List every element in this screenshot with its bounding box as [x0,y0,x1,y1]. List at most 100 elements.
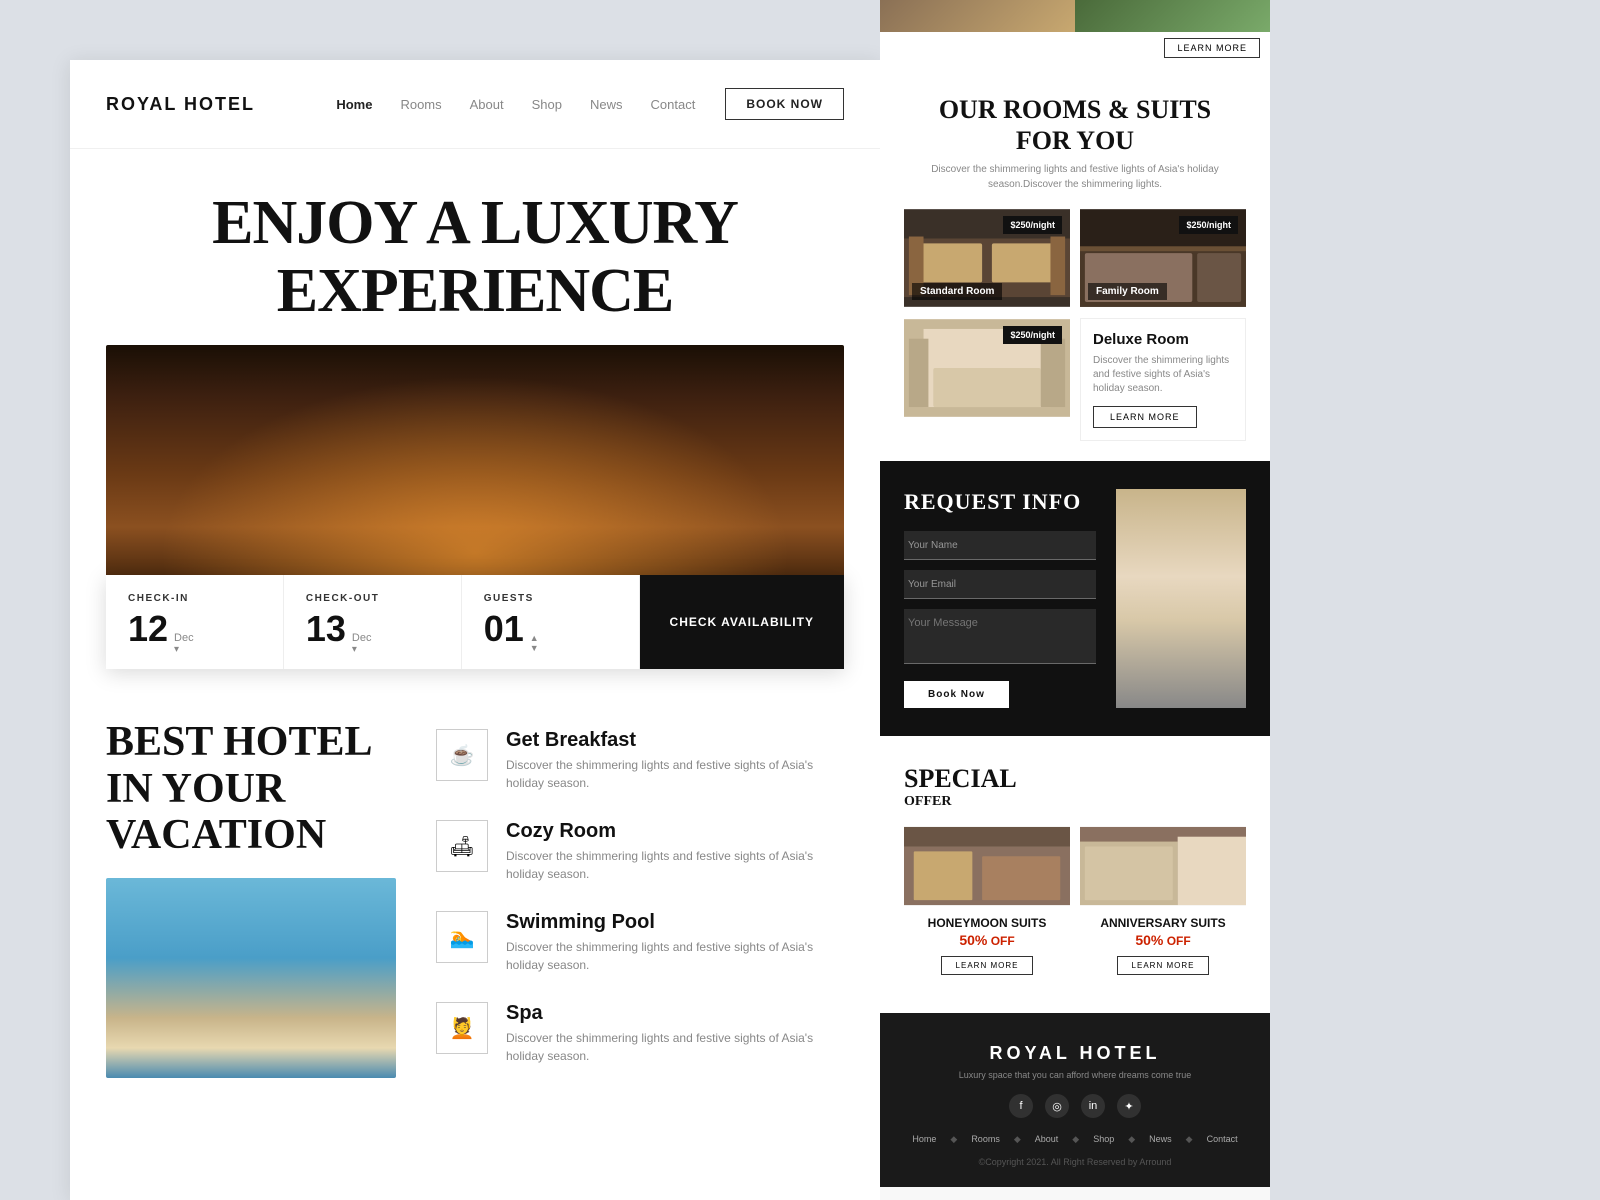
logo: ROYAL HOTEL [106,94,255,115]
special-offer-subtitle: OFFER [904,794,1246,810]
left-panel: ROYAL HOTEL Home Rooms About Shop News C… [70,60,880,1200]
honeymoon-offer-image [904,826,1070,906]
checkin-day: 12 [128,608,168,650]
learn-more-strip: LEARN MORE [880,32,1270,64]
hero-title: ENJOY A LUXURY EXPERIENCE [70,149,880,345]
guests-count: 01 [484,608,524,650]
feature-breakfast-title: Get Breakfast [506,729,844,752]
family-room-image: $250/night Family Room [1080,208,1246,308]
check-availability-button[interactable]: CHECK AVAILABILITY [640,575,844,669]
twitter-icon[interactable]: ✦ [1117,1094,1141,1118]
special-offer-title: SPECIAL [904,764,1246,794]
request-submit-button[interactable]: Book Now [904,681,1009,708]
features-list: ☕ Get Breakfast Discover the shimmering … [436,719,844,1078]
checkin-field[interactable]: CHECK-IN 12 Dec ▾ [106,575,284,669]
honeymoon-learn-more-button[interactable]: LEARN MORE [941,956,1034,975]
honeymoon-offer-info: HONEYMOON SUITS 50% OFF LEARN MORE [904,906,1070,985]
request-name-input[interactable] [904,531,1096,560]
pool-icon: 🏊 [436,911,488,963]
right-panel: LEARN MORE OUR ROOMS & SUITS FOR YOU Dis… [880,0,1270,1200]
footer-nav-home[interactable]: Home [912,1134,936,1145]
feature-spa: 💆 Spa Discover the shimmering lights and… [436,1002,844,1065]
deluxe-room-image: $250/night [904,318,1070,418]
checkin-month: Dec ▾ [174,632,194,655]
rooms-grid: $250/night Standard Room $250/night Fami… [904,208,1246,441]
footer-nav-shop[interactable]: Shop [1093,1134,1114,1145]
anniversary-learn-more-button[interactable]: LEARN MORE [1117,956,1210,975]
book-now-button[interactable]: BOOK NOW [725,88,844,120]
nav-news[interactable]: News [590,97,623,112]
checkout-month: Dec ▾ [352,632,372,655]
rooms-subtitle: Discover the shimmering lights and festi… [904,162,1246,192]
nav-shop[interactable]: Shop [532,97,562,112]
footer-social: f ◎ in ✦ [904,1094,1246,1118]
nav-about[interactable]: About [470,97,504,112]
guests-stepper: ▲ ▼ [530,633,539,653]
header: ROYAL HOTEL Home Rooms About Shop News C… [70,60,880,149]
request-room-image [1116,489,1246,708]
deluxe-room-desc: Discover the shimmering lights and festi… [1093,354,1233,396]
offer-card-anniversary: ANNIVERSARY SUITS 50% OFF LEARN MORE [1080,826,1246,985]
instagram-icon[interactable]: ◎ [1045,1094,1069,1118]
footer-nav-news[interactable]: News [1149,1134,1172,1145]
main-nav: Home Rooms About Shop News Contact [336,97,695,112]
checkout-day: 13 [306,608,346,650]
anniversary-offer-info: ANNIVERSARY SUITS 50% OFF LEARN MORE [1080,906,1246,985]
footer-copyright: ©Copyright 2021. All Right Reserved by A… [904,1157,1246,1167]
deluxe-learn-more-button[interactable]: LEARN MORE [1093,406,1197,428]
standard-room-name: Standard Room [912,283,1002,300]
rooms-section: OUR ROOMS & SUITS FOR YOU Discover the s… [880,64,1270,461]
deluxe-room-price: $250/night [1003,326,1062,344]
room-card-family: $250/night Family Room [1080,208,1246,308]
footer-tagline: Luxury space that you can afford where d… [904,1070,1246,1080]
request-info-section: REQUEST INFO Book Now [880,461,1270,736]
hero-image [106,345,844,605]
spa-icon: 💆 [436,1002,488,1054]
room-card-deluxe-img: $250/night [904,318,1070,441]
linkedin-icon[interactable]: in [1081,1094,1105,1118]
feature-spa-title: Spa [506,1002,844,1025]
nav-rooms[interactable]: Rooms [400,97,441,112]
footer-nav-about[interactable]: About [1035,1134,1059,1145]
standard-room-image: $250/night Standard Room [904,208,1070,308]
feature-pool: 🏊 Swimming Pool Discover the shimmering … [436,911,844,974]
best-hotel-title: BEST HOTEL IN YOUR VACATION [106,719,396,858]
honeymoon-offer-discount: 50% OFF [904,932,1070,948]
honeymoon-offer-name: HONEYMOON SUITS [904,916,1070,930]
best-hotel-image [106,878,396,1078]
cozy-room-icon: 🛋 [436,820,488,872]
deluxe-info-card: Deluxe Room Discover the shimmering ligh… [1080,318,1246,441]
feature-pool-title: Swimming Pool [506,911,844,934]
room-card-standard: $250/night Standard Room [904,208,1070,308]
top-strip [880,0,1270,32]
nav-home[interactable]: Home [336,97,372,112]
request-form: REQUEST INFO Book Now [904,489,1096,708]
offer-card-honeymoon: HONEYMOON SUITS 50% OFF LEARN MORE [904,826,1070,985]
footer-nav-rooms[interactable]: Rooms [971,1134,1000,1145]
rooms-title: OUR ROOMS & SUITS FOR YOU [904,94,1246,156]
feature-breakfast: ☕ Get Breakfast Discover the shimmering … [436,729,844,792]
footer-nav-contact[interactable]: Contact [1207,1134,1238,1145]
checkout-field[interactable]: CHECK-OUT 13 Dec ▾ [284,575,462,669]
anniversary-offer-name: ANNIVERSARY SUITS [1080,916,1246,930]
feature-cozy-desc: Discover the shimmering lights and festi… [506,847,844,883]
top-learn-more-button[interactable]: LEARN MORE [1164,38,1260,58]
offers-grid: HONEYMOON SUITS 50% OFF LEARN MORE [904,826,1246,985]
footer: ROYAL HOTEL Luxury space that you can af… [880,1013,1270,1187]
guests-field[interactable]: GUESTS 01 ▲ ▼ [462,575,640,669]
request-email-input[interactable] [904,570,1096,599]
anniversary-offer-discount: 50% OFF [1080,932,1246,948]
anniversary-offer-image [1080,826,1246,906]
special-offer-section: SPECIAL OFFER HONEYMOON SUITS 50% [880,736,1270,1013]
feature-cozy-title: Cozy Room [506,820,844,843]
request-title: REQUEST INFO [904,489,1096,515]
nav-contact[interactable]: Contact [651,97,696,112]
feature-spa-desc: Discover the shimmering lights and festi… [506,1029,844,1065]
booking-bar: CHECK-IN 12 Dec ▾ CHECK-OUT 13 Dec ▾ GUE… [106,575,844,669]
facebook-icon[interactable]: f [1009,1094,1033,1118]
family-room-price: $250/night [1179,216,1238,234]
family-room-name: Family Room [1088,283,1167,300]
feature-cozy-room: 🛋 Cozy Room Discover the shimmering ligh… [436,820,844,883]
request-message-textarea[interactable] [904,609,1096,664]
footer-logo: ROYAL HOTEL [904,1043,1246,1064]
